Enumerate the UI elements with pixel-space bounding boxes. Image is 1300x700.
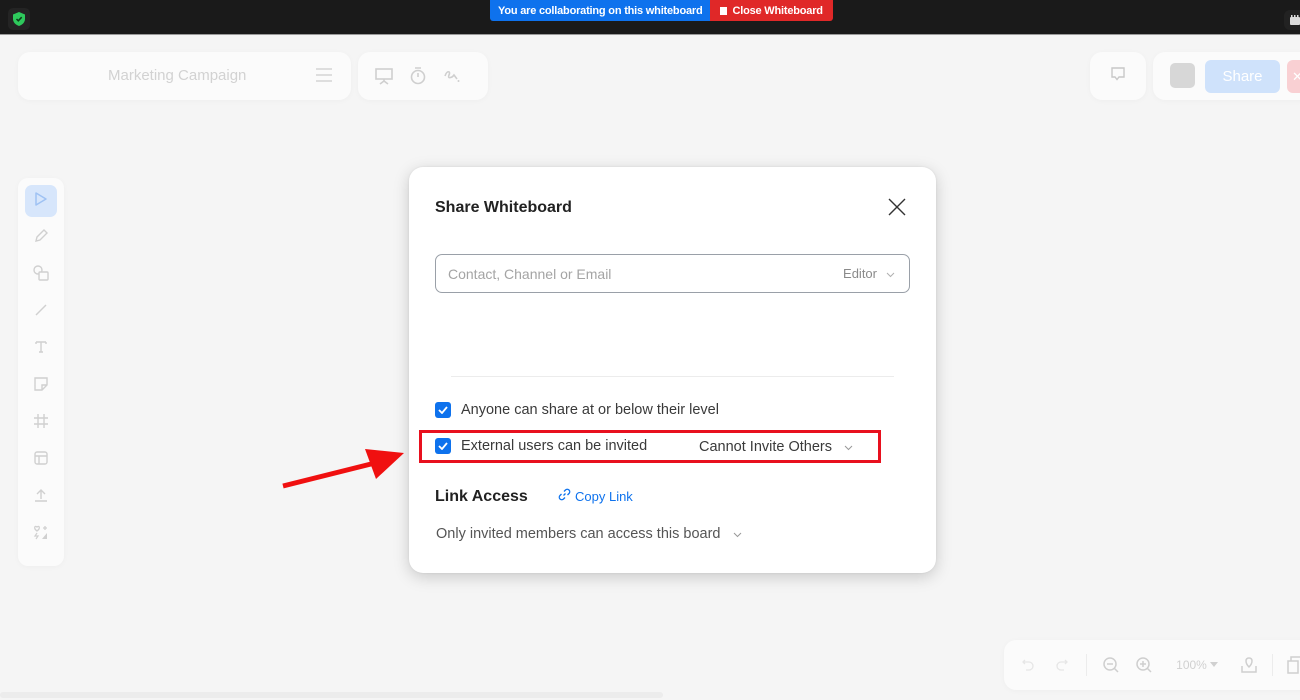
scribble-icon[interactable] <box>442 66 462 86</box>
close-icon[interactable] <box>885 195 909 219</box>
horizontal-scrollbar[interactable] <box>0 692 663 698</box>
chevron-down-icon <box>844 439 853 455</box>
text-tool[interactable] <box>25 333 57 365</box>
board-title-panel: Marketing Campaign <box>18 52 351 100</box>
shapes-more-icon <box>32 523 50 546</box>
upload-icon <box>33 487 49 508</box>
pencil-icon <box>33 228 49 249</box>
copy-link-label: Copy Link <box>575 488 633 504</box>
collaboration-banner: You are collaborating on this whiteboard… <box>490 0 833 21</box>
comment-panel <box>1090 52 1146 100</box>
chevron-down-icon <box>886 266 895 281</box>
frame-tool[interactable] <box>25 407 57 439</box>
share-button[interactable]: Share <box>1205 60 1280 93</box>
zoom-in-icon[interactable] <box>1133 653 1155 677</box>
text-icon <box>33 339 49 360</box>
frame-icon <box>33 413 49 434</box>
top-bar: You are collaborating on this whiteboard… <box>0 0 1300 35</box>
separator <box>1086 654 1087 676</box>
pen-tool[interactable] <box>25 222 57 254</box>
invite-input[interactable] <box>436 255 844 292</box>
avatar[interactable] <box>1170 63 1195 88</box>
sticky-note-tool[interactable] <box>25 370 57 402</box>
header-tools-panel <box>358 52 488 100</box>
present-icon[interactable] <box>374 66 394 86</box>
shapes-icon <box>32 264 50 287</box>
separator <box>1272 654 1273 676</box>
copy-icon[interactable] <box>1284 653 1300 677</box>
share-level-label: Anyone can share at or below their level <box>461 402 719 418</box>
external-users-checkbox[interactable] <box>435 438 451 454</box>
zoom-out-icon[interactable] <box>1100 653 1122 677</box>
shapes-tool[interactable] <box>25 259 57 291</box>
collaboration-message: You are collaborating on this whiteboard <box>490 0 711 21</box>
template-tool[interactable] <box>25 444 57 476</box>
leave-button[interactable]: ✕ <box>1287 60 1300 93</box>
external-permission-value: Cannot Invite Others <box>699 439 832 455</box>
zoom-level-dropdown[interactable]: 100% <box>1172 653 1222 677</box>
zoom-level: 100% <box>1176 658 1207 672</box>
divider <box>451 376 894 377</box>
close-whiteboard-label: Close Whiteboard <box>732 4 823 17</box>
external-users-option: External users can be invited <box>435 438 647 454</box>
pointer-icon <box>33 191 49 212</box>
share-whiteboard-dialog: Share Whiteboard Editor Anyone can share… <box>409 167 936 573</box>
redo-icon[interactable] <box>1052 653 1072 677</box>
select-tool[interactable] <box>25 185 57 217</box>
app-window-icon[interactable] <box>1284 10 1300 30</box>
role-value: Editor <box>843 266 877 281</box>
more-tools[interactable] <box>25 518 57 550</box>
line-icon <box>33 302 49 323</box>
stop-icon <box>720 6 728 15</box>
share-level-option: Anyone can share at or below their level <box>435 402 719 418</box>
link-access-heading: Link Access <box>435 488 528 505</box>
shield-check-icon[interactable] <box>8 8 30 30</box>
external-permission-dropdown[interactable]: Cannot Invite Others <box>699 439 853 455</box>
undo-icon[interactable] <box>1018 653 1038 677</box>
left-toolbar <box>18 178 64 566</box>
line-tool[interactable] <box>25 296 57 328</box>
link-access-value: Only invited members can access this boa… <box>436 526 721 542</box>
link-icon <box>558 488 571 504</box>
comment-icon[interactable] <box>1110 66 1126 87</box>
board-title[interactable]: Marketing Campaign <box>108 67 246 84</box>
share-panel: Share ✕ <box>1153 52 1300 100</box>
invite-field: Editor <box>435 254 910 293</box>
upload-tool[interactable] <box>25 481 57 513</box>
timer-icon[interactable] <box>408 66 428 86</box>
external-users-label: External users can be invited <box>461 438 648 454</box>
template-icon <box>33 450 49 471</box>
sticky-note-icon <box>33 376 49 397</box>
copy-link-button[interactable]: Copy Link <box>558 488 633 504</box>
close-whiteboard-button[interactable]: Close Whiteboard <box>710 0 833 21</box>
share-level-checkbox[interactable] <box>435 402 451 418</box>
bottom-toolbar: 100% <box>1004 640 1300 690</box>
link-access-dropdown[interactable]: Only invited members can access this boa… <box>436 526 742 542</box>
location-icon[interactable] <box>1238 653 1260 677</box>
hamburger-menu-icon[interactable] <box>315 67 333 88</box>
dialog-title: Share Whiteboard <box>435 199 572 216</box>
role-dropdown[interactable]: Editor <box>843 266 909 281</box>
chevron-down-icon <box>733 526 742 542</box>
